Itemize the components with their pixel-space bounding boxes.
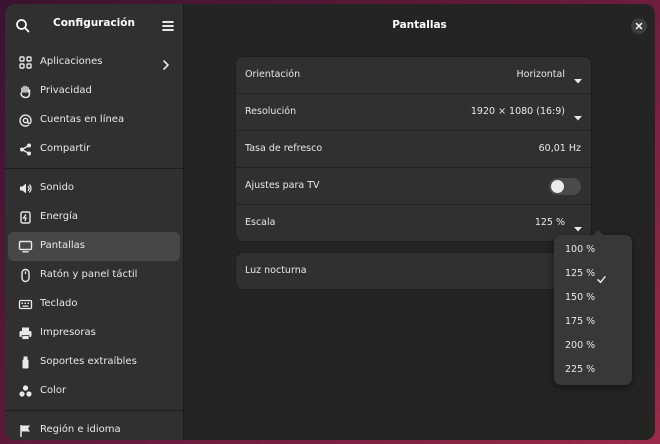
sidebar-item-label: Energía <box>40 211 78 222</box>
row-tasa-de-refresco: Tasa de refresco 60,01 Hz <box>236 131 591 168</box>
sidebar-item-soportes-extraibles[interactable]: Soportes extraíbles <box>8 348 180 377</box>
page-title: Pantallas <box>392 19 447 31</box>
scale-option-label: 225 % <box>565 364 596 375</box>
sidebar-item-label: Aplicaciones <box>40 56 103 67</box>
apps-icon <box>18 55 33 70</box>
at-sign-icon <box>18 113 33 128</box>
tv-settings-switch[interactable] <box>549 178 581 195</box>
scale-option-200[interactable]: 200 % <box>554 334 632 358</box>
sidebar-item-sonido[interactable]: Sonido <box>8 174 180 203</box>
refresh-rate-value: 60,01 Hz <box>538 143 581 154</box>
row-label: Ajustes para TV <box>245 180 320 191</box>
checkmark-icon <box>597 269 606 284</box>
scale-option-175[interactable]: 175 % <box>554 310 632 334</box>
speaker-icon <box>18 181 33 196</box>
switch-knob <box>551 180 564 193</box>
flag-icon <box>18 423 33 438</box>
close-button[interactable] <box>631 18 647 34</box>
row-label: Tasa de refresco <box>245 143 323 154</box>
keyboard-icon <box>18 297 33 312</box>
palette-icon <box>18 384 33 399</box>
sidebar-item-aplicaciones[interactable]: Aplicaciones <box>8 48 180 77</box>
sidebar-item-label: Ratón y panel táctil <box>40 269 138 280</box>
sidebar-header: Configuración <box>5 4 183 48</box>
sidebar-item-label: Sonido <box>40 182 75 193</box>
scale-option-150[interactable]: 150 % <box>554 286 632 310</box>
scale-option-label: 175 % <box>565 316 596 327</box>
close-icon <box>635 22 643 30</box>
night-light-card: Luz nocturna Ap <box>236 253 591 289</box>
power-icon <box>18 210 33 225</box>
chevron-right-icon <box>160 56 172 70</box>
sidebar-item-label: Compartir <box>40 143 91 154</box>
printer-icon <box>18 326 33 341</box>
row-label: Escala <box>245 217 276 228</box>
popover-arrow <box>592 230 604 236</box>
scale-option-225[interactable]: 225 % <box>554 358 632 382</box>
row-label: Luz nocturna <box>245 265 307 276</box>
sidebar-title: Configuración <box>53 17 135 29</box>
resolution-value: 1920 × 1080 (16:9) <box>470 106 565 117</box>
scale-value: 125 % <box>534 217 565 228</box>
row-resolucion[interactable]: Resolución 1920 × 1080 (16:9) <box>236 94 591 131</box>
main-content: Pantallas Orientación Horizontal Resoluc… <box>184 4 655 440</box>
row-escala[interactable]: Escala 125 % <box>236 205 591 241</box>
scale-option-100[interactable]: 100 % <box>554 238 632 262</box>
sidebar-item-label: Región e idioma <box>40 424 121 435</box>
scale-option-label: 150 % <box>565 292 596 303</box>
sidebar-item-region-idioma[interactable]: Región e idioma <box>8 416 180 440</box>
hand-icon <box>18 84 33 99</box>
share-icon <box>18 142 33 157</box>
sidebar-separator <box>5 168 183 169</box>
sidebar-item-label: Soportes extraíbles <box>40 356 137 367</box>
row-label: Resolución <box>245 106 297 117</box>
hamburger-menu-icon[interactable] <box>158 16 178 36</box>
mouse-icon <box>18 268 33 283</box>
sidebar-item-label: Pantallas <box>40 240 85 251</box>
sidebar-item-teclado[interactable]: Teclado <box>8 290 180 319</box>
sidebar-item-cuentas-en-linea[interactable]: Cuentas en línea <box>8 106 180 135</box>
scale-option-label: 200 % <box>565 340 596 351</box>
dropdown-arrow-icon <box>573 70 583 84</box>
sidebar-item-label: Impresoras <box>40 327 96 338</box>
settings-window: Configuración Aplicaciones Privacidad Cu… <box>5 4 655 440</box>
display-icon <box>18 239 33 254</box>
scale-option-label: 125 % <box>565 268 596 279</box>
scale-option-label: 100 % <box>565 244 596 255</box>
sidebar-item-pantallas[interactable]: Pantallas <box>8 232 180 261</box>
sidebar-item-label: Privacidad <box>40 85 92 96</box>
row-orientacion[interactable]: Orientación Horizontal <box>236 57 591 94</box>
dropdown-arrow-icon <box>573 107 583 121</box>
sidebar: Configuración Aplicaciones Privacidad Cu… <box>5 4 184 440</box>
row-label: Orientación <box>245 69 301 80</box>
sidebar-item-raton-panel-tactil[interactable]: Ratón y panel táctil <box>8 261 180 290</box>
sidebar-separator <box>5 410 183 411</box>
row-ajustes-para-tv: Ajustes para TV <box>236 168 591 205</box>
sidebar-item-color[interactable]: Color <box>8 377 180 406</box>
sidebar-item-privacidad[interactable]: Privacidad <box>8 77 180 106</box>
sidebar-item-label: Teclado <box>40 298 78 309</box>
dropdown-arrow-icon <box>573 218 583 232</box>
usb-icon <box>18 355 33 370</box>
orientation-value: Horizontal <box>516 69 565 80</box>
scale-popover: 100 % 125 % 150 % 175 % 200 % 225 % <box>554 230 632 385</box>
sidebar-item-label: Cuentas en línea <box>40 114 125 125</box>
scale-option-125[interactable]: 125 % <box>554 262 632 286</box>
sidebar-item-compartir[interactable]: Compartir <box>8 135 180 164</box>
sidebar-item-label: Color <box>40 385 67 396</box>
row-luz-nocturna[interactable]: Luz nocturna Ap <box>236 253 591 289</box>
sidebar-item-energia[interactable]: Energía <box>8 203 180 232</box>
sidebar-item-impresoras[interactable]: Impresoras <box>8 319 180 348</box>
display-settings-card: Orientación Horizontal Resolución 1920 ×… <box>236 57 591 241</box>
